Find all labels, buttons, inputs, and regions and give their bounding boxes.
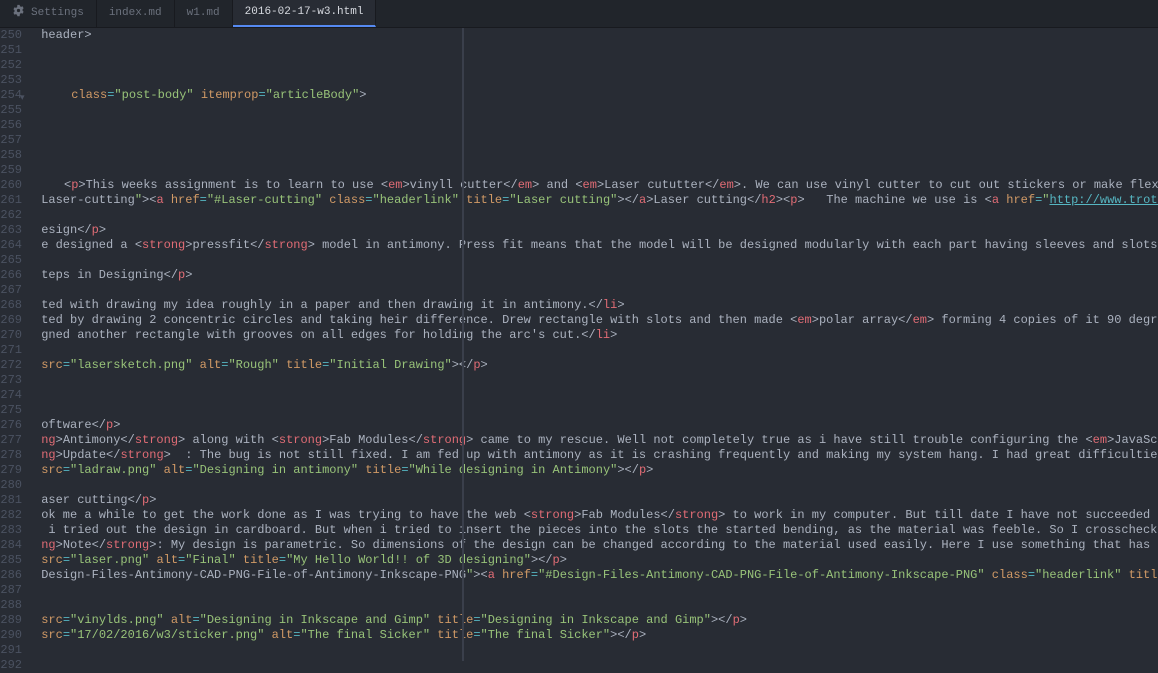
editor-pane[interactable]: 250251252253▾254255256257258259260261262… [0, 28, 1158, 661]
tab-settings[interactable]: Settings [0, 0, 97, 27]
tab-bar: Settings index.md w1.md 2016-02-17-w3.ht… [0, 0, 1158, 28]
tab-settings-label: Settings [31, 6, 84, 21]
gear-icon [12, 4, 25, 23]
line-gutter: 250251252253▾254255256257258259260261262… [0, 28, 28, 661]
tab-index[interactable]: index.md [97, 0, 175, 27]
tab-w1-label: w1.md [187, 6, 220, 21]
scroll-indicator [462, 28, 464, 661]
tab-w3[interactable]: 2016-02-17-w3.html [233, 0, 377, 27]
tab-w1[interactable]: w1.md [175, 0, 233, 27]
code-area[interactable]: header> class="post-body" itemprop="arti… [28, 28, 1158, 661]
tab-index-label: index.md [109, 6, 162, 21]
tab-w3-label: 2016-02-17-w3.html [245, 5, 364, 20]
